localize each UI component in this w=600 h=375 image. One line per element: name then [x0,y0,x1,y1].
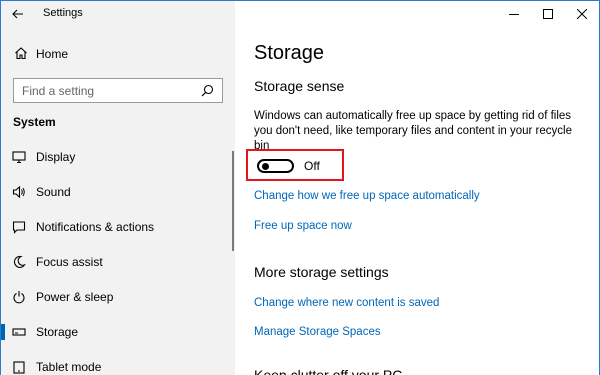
speaker-icon [12,185,25,199]
moon-icon [13,255,26,268]
keep-clutter-heading: Keep clutter off your PC [254,367,403,375]
search-box[interactable] [13,78,223,103]
maximize-icon [543,9,553,19]
main-content: Storage Storage sense Windows can automa… [235,1,599,375]
search-icon [201,84,214,97]
window-title: Settings [43,7,83,19]
sidebar-item-label: Focus assist [36,255,103,269]
sidebar-item-label: Sound [36,185,71,199]
storage-sense-description: Windows can automatically free up space … [254,110,572,152]
sidebar: Settings Home System Display [1,1,235,375]
notifications-icon [12,221,26,234]
home-label: Home [36,47,69,61]
search-input[interactable] [14,79,184,102]
window-controls [497,1,599,27]
sidebar-item-notifications[interactable]: Notifications & actions [1,212,231,242]
toggle-knob [262,163,269,170]
manage-storage-spaces-link[interactable]: Manage Storage Spaces [254,326,381,338]
title-bar: Settings [1,1,235,27]
page-title: Storage [254,42,325,64]
sidebar-item-label: Tablet mode [36,360,102,374]
section-title: System [13,115,56,129]
back-arrow-icon [12,9,23,19]
storage-icon [12,328,26,336]
close-button[interactable] [565,1,599,27]
sidebar-item-label: Power & sleep [36,290,114,304]
change-new-content-location-link[interactable]: Change where new content is saved [254,297,439,309]
free-up-space-now-link[interactable]: Free up space now [254,220,352,232]
storage-sense-heading: Storage sense [254,78,345,94]
minimize-button[interactable] [497,1,531,27]
sidebar-item-home[interactable]: Home [1,42,235,66]
change-free-up-space-link[interactable]: Change how we free up space automaticall… [254,190,480,202]
sidebar-item-power-sleep[interactable]: Power & sleep [1,282,231,312]
sidebar-item-sound[interactable]: Sound [1,177,231,207]
sidebar-item-tablet-mode[interactable]: Tablet mode [1,352,231,375]
maximize-button[interactable] [531,1,565,27]
toggle-state-label: Off [304,159,320,173]
more-storage-heading: More storage settings [254,264,389,280]
minimize-icon [509,14,519,15]
sidebar-item-display[interactable]: Display [1,142,231,172]
highlight-box: Off [246,149,344,181]
settings-window: Settings Home System Display [0,0,600,375]
monitor-icon [12,151,26,164]
power-icon [13,291,25,304]
sidebar-item-focus-assist[interactable]: Focus assist [1,247,231,277]
active-indicator [1,324,5,340]
storage-sense-toggle[interactable] [257,159,294,173]
sidebar-item-label: Notifications & actions [36,220,155,234]
tablet-icon [13,361,25,374]
sidebar-item-label: Display [36,150,76,164]
sidebar-item-label: Storage [36,325,79,339]
close-icon [577,9,587,19]
home-icon [15,47,27,60]
sidebar-item-storage[interactable]: Storage [1,317,231,347]
back-button[interactable] [7,3,29,25]
sidebar-scrollbar[interactable] [232,151,234,251]
